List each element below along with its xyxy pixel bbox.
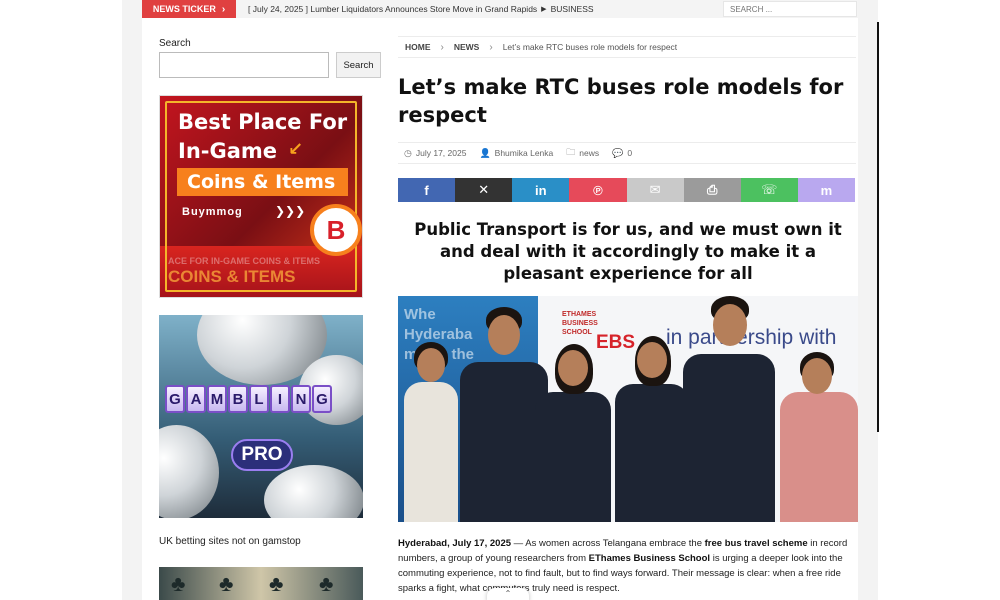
gambling-pro-ad-banner[interactable]: G A M B L I N G PRO xyxy=(159,315,363,518)
person xyxy=(778,352,858,522)
football-icon xyxy=(264,465,363,518)
pinterest-icon: ℗ xyxy=(593,182,603,198)
article-title: Let’s make RTC buses role models for res… xyxy=(398,75,844,127)
club-icon: ♣ xyxy=(319,571,334,596)
page-frame-left xyxy=(122,0,142,600)
whatsapp-icon: ☏ xyxy=(761,182,778,197)
person xyxy=(681,296,777,522)
club-icon: ♣ xyxy=(171,571,186,596)
scroll-to-top-button[interactable]: ⌃ xyxy=(487,588,529,600)
ticker-headline[interactable]: [ July 24, 2025 ] Lumber Liquidators Ann… xyxy=(248,4,594,14)
person xyxy=(533,344,613,522)
search-label: Search xyxy=(159,38,191,49)
chevrons-right-icon: ❯❯❯ xyxy=(275,204,306,218)
person xyxy=(613,336,691,522)
arrow-down-left-icon: ↙ xyxy=(288,139,304,160)
breadcrumb-news[interactable]: NEWS xyxy=(454,42,480,52)
comment-icon: 💬 xyxy=(612,147,624,158)
triangle-right-icon: ▶ xyxy=(541,6,547,13)
x-icon: ✕ xyxy=(478,182,490,197)
person xyxy=(400,342,462,522)
sidebar-link[interactable]: UK betting sites not on gamstop xyxy=(159,536,301,547)
header-search-input[interactable] xyxy=(723,1,857,17)
casino-ad-banner[interactable]: ♣ ♣ ♣ ♣ xyxy=(159,567,363,600)
ticker-label: NEWS TICKER › xyxy=(142,0,236,18)
ticker-category[interactable]: BUSINESS xyxy=(551,4,594,14)
buymmog-ad-banner[interactable]: Best Place For In-Game ↙ Coins & Items B… xyxy=(159,95,363,298)
breadcrumb-current: Let’s make RTC buses role models for res… xyxy=(502,42,678,52)
email-icon: ✉ xyxy=(649,182,661,197)
clock-icon: ◷ xyxy=(404,147,412,158)
chevron-right-icon: › xyxy=(489,41,493,53)
article-author[interactable]: Bhumika Lenka xyxy=(495,148,554,158)
search-button[interactable]: Search xyxy=(336,52,381,78)
chevron-right-icon: › xyxy=(440,41,444,53)
user-icon: 👤 xyxy=(479,147,491,158)
page: NEWS TICKER › [ July 24, 2025 ] Lumber L… xyxy=(0,0,1000,600)
dateline: Hyderabad, July 17, 2025 xyxy=(398,538,512,549)
share-x-button[interactable]: ✕ xyxy=(455,178,513,202)
article-category[interactable]: news xyxy=(579,148,599,158)
ad-bottom-line: ACE FOR IN-GAME COINS & ITEMS xyxy=(168,256,321,266)
comment-count[interactable]: 0 xyxy=(627,148,632,158)
page-frame-right xyxy=(858,0,878,600)
article-body: Hyderabad, July 17, 2025 — As women acro… xyxy=(398,538,848,594)
scrollbar-track[interactable] xyxy=(877,22,879,432)
article-subtitle: Public Transport is for us, and we must … xyxy=(414,220,842,283)
club-icon: ♣ xyxy=(219,571,234,596)
news-ticker: NEWS TICKER › [ July 24, 2025 ] Lumber L… xyxy=(142,0,858,18)
share-email-button[interactable]: ✉ xyxy=(626,178,684,202)
facebook-icon: f xyxy=(424,182,429,198)
scheme-link: free bus travel scheme xyxy=(704,538,808,549)
breadcrumb-home[interactable]: HOME xyxy=(405,42,431,52)
school-name: EThames Business School xyxy=(588,553,711,564)
share-linkedin-button[interactable]: in xyxy=(512,178,570,202)
share-facebook-button[interactable]: f xyxy=(398,178,456,202)
print-icon: ⎙ xyxy=(706,182,718,197)
breadcrumb: HOME › NEWS › Let’s make RTC buses role … xyxy=(398,36,856,58)
ad-headline-2: In-Game xyxy=(178,139,278,163)
ad-highlight: Coins & Items xyxy=(177,168,348,196)
share-mastodon-button[interactable]: m xyxy=(797,178,855,202)
pro-badge: PRO xyxy=(231,439,293,471)
article-date[interactable]: July 17, 2025 xyxy=(416,148,467,158)
share-pinterest-button[interactable]: ℗ xyxy=(569,178,627,202)
sidebar-search: Search Search xyxy=(159,38,384,78)
chevron-up-icon: ⌃ xyxy=(504,589,512,598)
ad-headline-1: Best Place For xyxy=(178,110,348,134)
gambling-letters: G A M B L I N G xyxy=(165,385,332,413)
mastodon-icon: m xyxy=(820,182,833,198)
club-icon: ♣ xyxy=(269,571,284,596)
sidebar-search-input[interactable] xyxy=(159,52,329,78)
linkedin-icon: in xyxy=(535,182,547,198)
ad-bottom-coins: COINS & ITEMS xyxy=(168,267,296,286)
ad-brand: Buymmog xyxy=(182,206,243,218)
share-whatsapp-button[interactable]: ☏ xyxy=(740,178,798,202)
folder-icon: 🗀 xyxy=(566,147,576,157)
share-print-button[interactable]: ⎙ xyxy=(683,178,741,202)
share-bar: f ✕ in ℗ ✉ ⎙ ☏ m xyxy=(398,178,855,202)
buymmog-logo: B xyxy=(310,204,362,256)
chevron-right-icon: › xyxy=(221,3,226,15)
article-meta: ◷ July 17, 2025 👤 Bhumika Lenka 🗀 news 💬… xyxy=(398,142,856,164)
football-icon xyxy=(159,425,219,518)
article-photo: Whe Hyderaba meets the ETHAMES BUSINESS … xyxy=(398,296,858,522)
